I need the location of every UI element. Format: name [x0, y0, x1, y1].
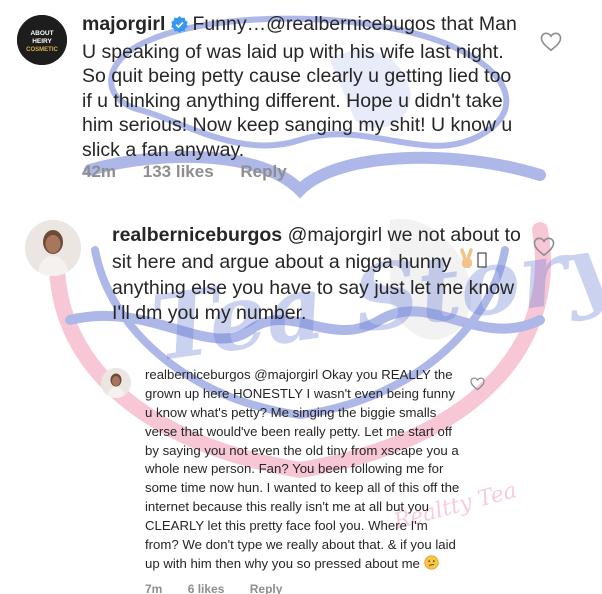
reply-realberniceburgos: realberniceburgos @majorgirl Okay you RE… — [0, 362, 602, 594]
avatar-photo-icon — [101, 368, 131, 398]
comment-realberniceburgos: realberniceburgos @majorgirl we not abou… — [0, 205, 602, 370]
comment-username[interactable]: majorgirl — [82, 13, 165, 35]
avatar[interactable]: ABOUT HEIRY COSMETIC — [17, 15, 67, 65]
thinking-face-emoji — [423, 555, 439, 576]
comment-meta: 42m 133 likes Reply — [82, 162, 309, 182]
unknown-glyph-icon — [477, 250, 487, 277]
verified-badge-icon — [171, 15, 189, 40]
comment-meta: 7m 6 likes Reply — [145, 582, 304, 594]
comment-likes[interactable]: 133 likes — [143, 162, 214, 181]
heart-outline-icon[interactable] — [533, 237, 555, 262]
instagram-comments-screenshot: Tea Story Realtty Tea ABOUT HEIRY COSMET… — [0, 0, 602, 594]
svg-text:ABOUT: ABOUT — [30, 30, 53, 37]
avatar-logo-icon: ABOUT HEIRY COSMETIC — [17, 15, 67, 65]
avatar[interactable] — [101, 368, 131, 398]
avatar[interactable] — [25, 220, 81, 276]
comment-body: realberniceburgos @majorgirl we not abou… — [112, 223, 522, 325]
comment-username[interactable]: realberniceburgos — [112, 224, 282, 246]
comment-time: 42m — [82, 162, 117, 181]
comment-majorgirl: ABOUT HEIRY COSMETIC majorgirl Funny…@rea… — [0, 0, 602, 200]
comment-text: Funny…@realbernicebugos that Man U speak… — [82, 13, 517, 161]
comment-text: @majorgirl Okay you REALLY the grown up … — [145, 367, 460, 571]
comment-text-part-2: anything else you have to say just let m… — [112, 277, 515, 324]
comment-likes[interactable]: 6 likes — [188, 582, 225, 594]
comment-body: majorgirl Funny…@realbernicebugos that Ma… — [82, 12, 522, 162]
comment-body: realberniceburgos @majorgirl Okay you RE… — [145, 366, 465, 576]
reply-button[interactable]: Reply — [240, 162, 286, 181]
svg-text:HEIRY: HEIRY — [32, 38, 52, 45]
victory-hand-emoji — [457, 247, 477, 277]
comment-username[interactable]: realberniceburgos — [145, 367, 251, 382]
svg-text:COSMETIC: COSMETIC — [26, 47, 58, 53]
heart-outline-icon[interactable] — [540, 32, 562, 57]
avatar-photo-icon — [25, 220, 81, 276]
heart-outline-icon[interactable] — [470, 377, 485, 396]
reply-button[interactable]: Reply — [250, 582, 283, 594]
comment-time: 7m — [145, 582, 163, 594]
